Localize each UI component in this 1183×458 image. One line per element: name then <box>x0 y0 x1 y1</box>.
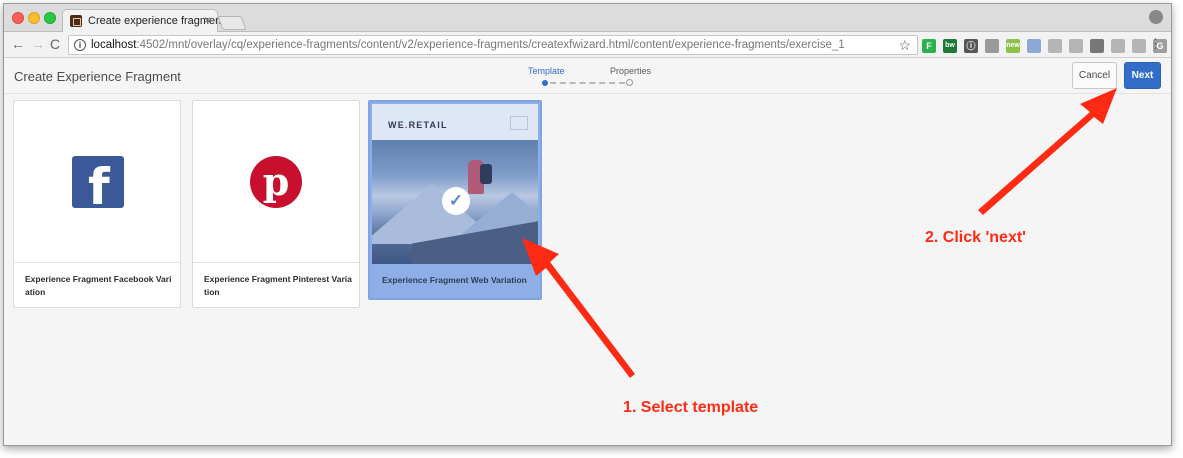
browser-menu-icon[interactable]: ⋮ <box>1149 37 1162 51</box>
backpack-shape <box>480 164 492 184</box>
brand-we: WE <box>388 120 405 130</box>
browser-window: Create experience fragment × ← → C i loc… <box>3 3 1172 446</box>
info-circle-icon[interactable]: ⓘ <box>964 39 978 53</box>
android-new-icon[interactable]: new <box>1006 39 1020 53</box>
selected-check-icon: ✓ <box>442 187 470 215</box>
check-mark: ✓ <box>448 191 464 210</box>
extension-icons: Fbw ⓘ new G <box>922 38 1167 54</box>
reload-button[interactable]: C <box>50 35 60 53</box>
tab-close-icon[interactable]: × <box>204 13 211 27</box>
feedly-icon[interactable]: F <box>922 39 936 53</box>
forward-button[interactable]: → <box>31 35 45 53</box>
template-card-pinterest[interactable]: p Experience Fragment Pinterest Variatio… <box>192 100 360 308</box>
wizard-header: Create Experience Fragment Template Prop… <box>4 59 1171 94</box>
step-properties-label[interactable]: Properties <box>610 66 651 76</box>
brand-retail: RETAIL <box>408 120 448 130</box>
template-card-web-selected[interactable]: WE.RETAIL ✓ Experience Fragment Web Vari… <box>368 100 542 300</box>
window-minimize-button[interactable] <box>28 12 40 24</box>
url-host: localhost <box>91 39 137 51</box>
puzzle-icon[interactable] <box>1048 39 1062 53</box>
site-info-icon[interactable]: i <box>74 39 86 51</box>
profile-icon[interactable] <box>1149 10 1163 24</box>
card-thumbnail: f <box>14 101 180 263</box>
facebook-logo-letter: f <box>88 158 110 208</box>
template-layout-icon <box>510 116 528 130</box>
browser-toolbar: ← → C i localhost:4502/mnt/overlay/cq/ex… <box>4 32 1171 58</box>
hiker-mountain-image: ✓ <box>372 140 538 264</box>
step-template-label[interactable]: Template <box>528 66 565 76</box>
step-template-dot <box>542 80 548 86</box>
card-title: Experience Fragment Web Variation <box>382 275 527 285</box>
annotation-click-next: 2. Click 'next' <box>925 229 1026 246</box>
browser-tab[interactable]: Create experience fragment × <box>62 9 224 33</box>
page-title: Create Experience Fragment <box>14 69 181 84</box>
square-icon[interactable] <box>1090 39 1104 53</box>
new-tab-button[interactable] <box>217 16 247 30</box>
step-progress-line <box>550 82 625 84</box>
leaf-icon[interactable] <box>985 39 999 53</box>
card-title: Experience Fragment Pinterest Variation <box>204 274 352 297</box>
tab-bar: Create experience fragment × <box>4 4 1171 33</box>
bookmark-star-icon[interactable]: ☆ <box>898 37 911 54</box>
card-thumbnail: p <box>193 101 359 263</box>
back-button[interactable]: ← <box>11 35 25 53</box>
next-button[interactable]: Next <box>1124 62 1161 89</box>
aem-favicon-icon <box>70 15 82 27</box>
template-card-facebook[interactable]: f Experience Fragment Facebook Variation <box>13 100 181 308</box>
paper-plane-icon[interactable] <box>1027 39 1041 53</box>
cancel-button[interactable]: Cancel <box>1072 62 1117 89</box>
card-brand-bar: WE.RETAIL <box>372 104 538 140</box>
chat-icon[interactable] <box>1132 39 1146 53</box>
address-bar[interactable]: i localhost:4502/mnt/overlay/cq/experien… <box>68 35 918 55</box>
annotation-select-template: 1. Select template <box>623 399 759 416</box>
step-properties-dot <box>626 79 633 86</box>
pinterest-logo-letter: p <box>262 159 290 204</box>
window-close-button[interactable] <box>12 12 24 24</box>
facebook-logo-icon: f <box>72 156 124 208</box>
magnify-icon[interactable] <box>1111 39 1125 53</box>
cloud-icon[interactable] <box>1069 39 1083 53</box>
card-title: Experience Fragment Facebook Variation <box>25 274 172 297</box>
we-retail-logo: WE.RETAIL <box>388 120 448 130</box>
url-text[interactable]: localhost:4502/mnt/overlay/cq/experience… <box>91 39 845 51</box>
pinterest-logo-icon: p <box>250 156 302 208</box>
url-path: :4502/mnt/overlay/cq/experience-fragment… <box>136 39 845 51</box>
window-maximize-button[interactable] <box>44 12 56 24</box>
bw-icon[interactable]: bw <box>943 39 957 53</box>
